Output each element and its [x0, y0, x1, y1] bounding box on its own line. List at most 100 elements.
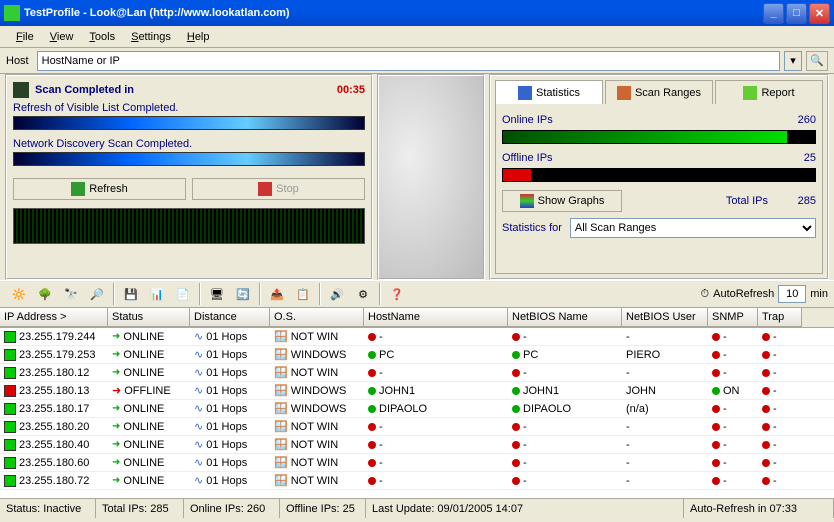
col-distance[interactable]: Distance	[190, 308, 270, 327]
dot-icon	[712, 459, 720, 467]
statusbar: Status: Inactive Total IPs: 285 Online I…	[0, 498, 834, 518]
col-hostname[interactable]: HostName	[364, 308, 508, 327]
dot-icon	[368, 477, 376, 485]
search-button[interactable]: 🔍	[806, 51, 828, 71]
tb-find-next-icon[interactable]: 🔎	[84, 282, 110, 306]
tb-settings-icon[interactable]: ⚙	[350, 282, 376, 306]
col-status[interactable]: Status	[108, 308, 190, 327]
dot-icon	[762, 369, 770, 377]
spectrum-visualizer	[13, 208, 365, 244]
arrow-icon: ➜	[112, 457, 120, 468]
table-row[interactable]: 23.255.180.12➜ ONLINE∿ 01 Hops🪟 NOT WIN …	[0, 364, 834, 382]
host-input[interactable]	[37, 51, 780, 71]
dot-icon	[712, 441, 720, 449]
hops-icon: ∿	[194, 384, 203, 397]
table-row[interactable]: 23.255.180.72➜ ONLINE∿ 01 Hops🪟 NOT WIN …	[0, 472, 834, 490]
dot-icon	[712, 369, 720, 377]
stop-icon	[258, 182, 272, 196]
logo-panel	[377, 74, 485, 280]
stats-icon	[518, 86, 532, 100]
hops-icon: ∿	[194, 456, 203, 469]
status-square-icon	[4, 439, 16, 451]
arrow-icon: ➜	[112, 421, 120, 432]
tb-host-icon[interactable]: 🖥	[204, 282, 230, 306]
stats-panel: Statistics Scan Ranges Report Online IPs…	[489, 74, 829, 280]
dot-icon	[762, 387, 770, 395]
range-select[interactable]: All Scan Ranges	[570, 218, 816, 238]
dot-icon	[762, 351, 770, 359]
tb-help-icon[interactable]: ❓	[384, 282, 410, 306]
dot-icon	[712, 351, 720, 359]
minimize-button[interactable]: _	[763, 3, 784, 24]
tb-sound-icon[interactable]: 🔊	[324, 282, 350, 306]
dot-icon	[762, 477, 770, 485]
tb-tree-icon[interactable]: 🌳	[32, 282, 58, 306]
dot-icon	[512, 423, 520, 431]
os-icon: 🪟	[274, 348, 288, 361]
status-square-icon	[4, 403, 16, 415]
dot-icon	[368, 351, 376, 359]
table-row[interactable]: 23.255.179.244➜ ONLINE∿ 01 Hops🪟 NOT WIN…	[0, 328, 834, 346]
status-square-icon	[4, 475, 16, 487]
tb-graph-icon[interactable]: 📊	[144, 282, 170, 306]
tb-log-icon[interactable]: 📄	[170, 282, 196, 306]
menu-view[interactable]: View	[42, 29, 82, 45]
tb-scope-icon[interactable]: 🔆	[6, 282, 32, 306]
table-row[interactable]: 23.255.180.20➜ ONLINE∿ 01 Hops🪟 NOT WIN …	[0, 418, 834, 436]
stop-button[interactable]: Stop	[192, 178, 365, 200]
dot-icon	[368, 369, 376, 377]
sb-update: Last Update: 09/01/2005 14:07	[366, 499, 684, 518]
col-netbios-user[interactable]: NetBIOS User	[622, 308, 708, 327]
status-square-icon	[4, 385, 16, 397]
tb-report-icon[interactable]: 📋	[290, 282, 316, 306]
col-netbios-name[interactable]: NetBIOS Name	[508, 308, 622, 327]
dot-icon	[762, 441, 770, 449]
sb-auto: Auto-Refresh in 07:33	[684, 499, 834, 518]
table-row[interactable]: 23.255.179.253➜ ONLINE∿ 01 Hops🪟 WINDOWS…	[0, 346, 834, 364]
total-label: Total IPs	[630, 195, 768, 207]
stats-for-label: Statistics for	[502, 222, 562, 234]
refresh-button[interactable]: Refresh	[13, 178, 186, 200]
scan-title: Scan Completed in	[35, 84, 337, 96]
table-row[interactable]: 23.255.180.17➜ ONLINE∿ 01 Hops🪟 WINDOWS …	[0, 400, 834, 418]
table-row[interactable]: 23.255.180.13➜ OFFLINE∿ 01 Hops🪟 WINDOWS…	[0, 382, 834, 400]
ranges-icon	[617, 86, 631, 100]
host-dropdown-icon[interactable]: ▾	[784, 51, 802, 71]
tb-binoculars-icon[interactable]: 🔭	[58, 282, 84, 306]
table-row[interactable]: 23.255.180.40➜ ONLINE∿ 01 Hops🪟 NOT WIN …	[0, 436, 834, 454]
dot-icon	[368, 459, 376, 467]
offline-label: Offline IPs	[502, 152, 553, 164]
col-snmp[interactable]: SNMP	[708, 308, 758, 327]
tb-refresh-icon[interactable]: 🔄	[230, 282, 256, 306]
grid-body[interactable]: 23.255.179.244➜ ONLINE∿ 01 Hops🪟 NOT WIN…	[0, 328, 834, 498]
os-icon: 🪟	[274, 438, 288, 451]
maximize-button[interactable]: □	[786, 3, 807, 24]
col-ip[interactable]: IP Address >	[0, 308, 108, 327]
tb-save-icon[interactable]: 💾	[118, 282, 144, 306]
tb-export-icon[interactable]: 📤	[264, 282, 290, 306]
hops-icon: ∿	[194, 348, 203, 361]
menu-help[interactable]: Help	[179, 29, 218, 45]
report-icon	[743, 86, 757, 100]
tab-statistics[interactable]: Statistics	[495, 80, 603, 104]
menu-settings[interactable]: Settings	[123, 29, 179, 45]
dot-icon	[368, 423, 376, 431]
tab-scan-ranges[interactable]: Scan Ranges	[605, 80, 713, 104]
menu-file[interactable]: File	[8, 29, 42, 45]
menu-tools[interactable]: Tools	[81, 29, 123, 45]
arrow-icon: ➜	[112, 403, 120, 414]
dot-icon	[762, 459, 770, 467]
autorefresh-input[interactable]	[778, 285, 806, 303]
tab-report[interactable]: Report	[715, 80, 823, 104]
close-button[interactable]: ✕	[809, 3, 830, 24]
os-icon: 🪟	[274, 474, 288, 487]
col-trap[interactable]: Trap	[758, 308, 802, 327]
graphs-icon	[520, 194, 534, 208]
table-row[interactable]: 23.255.180.60➜ ONLINE∿ 01 Hops🪟 NOT WIN …	[0, 454, 834, 472]
os-icon: 🪟	[274, 402, 288, 415]
status-square-icon	[4, 349, 16, 361]
hops-icon: ∿	[194, 402, 203, 415]
col-os[interactable]: O.S.	[270, 308, 364, 327]
dot-icon	[712, 333, 720, 341]
show-graphs-button[interactable]: Show Graphs	[502, 190, 622, 212]
